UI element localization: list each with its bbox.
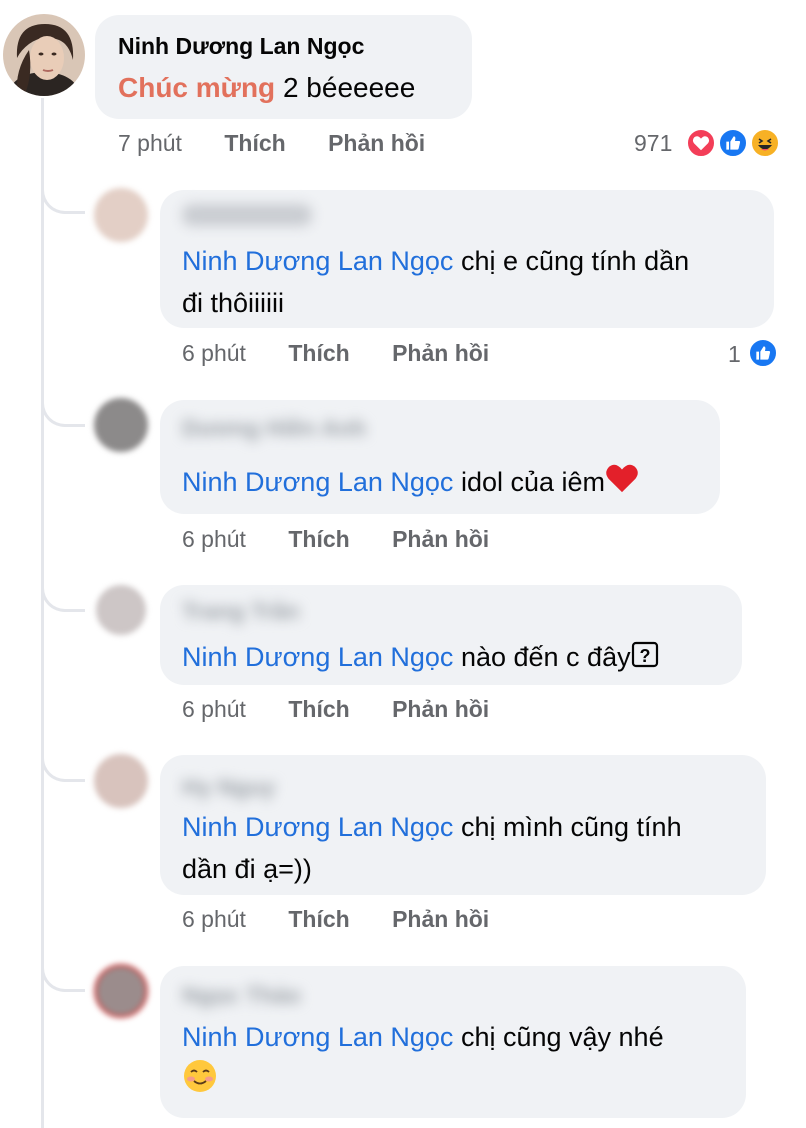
main-comment-text: Chúc mừng 2 béeeeee: [118, 67, 415, 109]
thread-connector: [41, 750, 85, 782]
smiling-face-icon: [182, 1058, 218, 1106]
reply-author[interactable]: Ngọc Thảo: [182, 982, 301, 1009]
comment-time: 6 phút: [182, 526, 246, 552]
reply-text-line: chị mình cũng tính: [460, 812, 682, 842]
reply-button[interactable]: Phản hồi: [392, 906, 489, 933]
reply-button[interactable]: Phản hồi: [392, 696, 489, 723]
main-comment-author[interactable]: Ninh Dương Lan Ngọc: [118, 33, 364, 60]
comment-time: 6 phút: [182, 340, 246, 366]
mention-link[interactable]: Ninh Dương Lan Ngọc: [182, 642, 453, 672]
red-heart-icon: [605, 462, 639, 506]
reply-text: Ninh Dương Lan Ngọc chị mình cũng tính d…: [182, 806, 762, 890]
reply-avatar[interactable]: [94, 398, 148, 452]
comment-time: 7 phút: [118, 130, 182, 156]
comment-time: 6 phút: [182, 696, 246, 722]
thread-connector: [41, 580, 85, 612]
reply-actions: 6 phút Thích Phản hồi: [182, 696, 489, 723]
highlight-text: Chúc mừng: [118, 72, 276, 103]
main-comment-actions: 7 phút Thích Phản hồi: [118, 130, 425, 157]
reply-avatar[interactable]: [94, 188, 148, 242]
reply-text-line: chị e cũng tính dần: [460, 246, 690, 276]
reply-text: Ninh Dương Lan Ngọc chị e cũng tính dần …: [182, 240, 762, 324]
reply-avatar[interactable]: [94, 964, 148, 1018]
reaction-count[interactable]: 971: [634, 130, 672, 157]
reply-actions: 6 phút Thích Phản hồi: [182, 526, 489, 553]
reply-text-line: dần đi ạ=)): [182, 854, 312, 884]
reply-avatar[interactable]: [94, 754, 148, 808]
reply-author[interactable]: Trang Trần: [182, 598, 300, 625]
reply-author[interactable]: Hy Nguy: [182, 774, 275, 801]
mention-link[interactable]: Ninh Dương Lan Ngọc: [182, 246, 453, 276]
comment-time: 6 phút: [182, 906, 246, 932]
thread-connector: [41, 182, 85, 214]
like-icon[interactable]: [718, 128, 748, 158]
reply-button[interactable]: Phản hồi: [328, 130, 425, 157]
reply-actions: 6 phút Thích Phản hồi: [182, 906, 489, 933]
thread-connector: [41, 960, 85, 992]
reply-button[interactable]: Phản hồi: [392, 340, 489, 367]
reply-actions: 6 phút Thích Phản hồi: [182, 340, 489, 367]
reply-text-line: đi thôiiiiii: [182, 288, 285, 318]
like-button[interactable]: Thích: [288, 340, 349, 367]
reply-text-line: chị cũng vậy nhé: [460, 1022, 664, 1052]
thread-connector: [41, 395, 85, 427]
like-button[interactable]: Thích: [288, 526, 349, 553]
question-box-icon: ?: [631, 638, 659, 680]
reply-avatar[interactable]: [96, 585, 146, 635]
reply-text-line: nào đến c đây: [460, 642, 631, 672]
mention-link[interactable]: Ninh Dương Lan Ngọc: [182, 812, 453, 842]
mention-link[interactable]: Ninh Dương Lan Ngọc: [182, 467, 453, 497]
reply-text: Ninh Dương Lan Ngọc chị cũng vậy nhé: [182, 1016, 742, 1106]
reply-text: Ninh Dương Lan Ngọc nào đến c đây?: [182, 636, 659, 680]
haha-icon[interactable]: [750, 128, 780, 158]
reply-text: Ninh Dương Lan Ngọc idol của iêm: [182, 461, 639, 506]
reply-button[interactable]: Phản hồi: [392, 526, 489, 553]
reply-author[interactable]: Dương Hiền Anh: [182, 415, 366, 442]
reply-text-line: idol của iêm: [460, 467, 606, 497]
avatar-main[interactable]: [3, 14, 85, 96]
reply-author[interactable]: [182, 204, 312, 226]
like-button[interactable]: Thích: [224, 130, 285, 157]
like-button[interactable]: Thích: [288, 696, 349, 723]
mention-link[interactable]: Ninh Dương Lan Ngọc: [182, 1022, 453, 1052]
like-button[interactable]: Thích: [288, 906, 349, 933]
like-icon[interactable]: [748, 338, 778, 368]
svg-text:?: ?: [639, 646, 650, 666]
reaction-count[interactable]: 1: [728, 341, 741, 368]
comment-text-rest: 2 béeeeee: [282, 72, 416, 103]
love-icon[interactable]: [686, 128, 716, 158]
